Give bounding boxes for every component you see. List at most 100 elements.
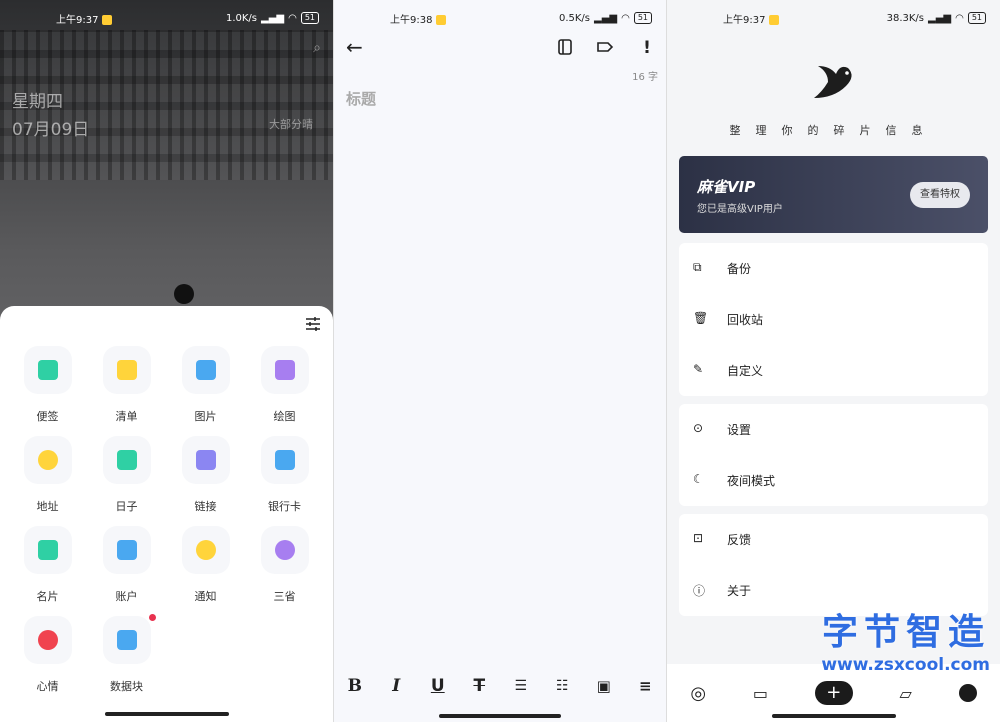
create-item-label: 便签	[36, 410, 59, 423]
create-item[interactable]: 链接	[166, 436, 245, 514]
notification-icon	[102, 14, 113, 25]
create-item[interactable]: 通知	[166, 526, 245, 604]
create-item-label: 名片	[36, 590, 59, 603]
cards-icon[interactable]: ▭	[753, 684, 768, 703]
bold-icon[interactable]: B	[341, 676, 369, 696]
menu-item[interactable]: 🗑 回收站	[679, 294, 988, 345]
menu-item[interactable]: ☾ 夜间模式	[679, 455, 988, 506]
compass-icon[interactable]: ◎	[690, 683, 706, 704]
create-item-icon-box	[102, 346, 151, 394]
location-icon	[37, 450, 58, 470]
signal-icon: ▂▄▆	[928, 12, 952, 24]
home-screen-panel: 上午9:37 1.0K/s ▂▄▆ ◠ 51 ⌕ 星期四 07月09日 大部分晴 便签…	[0, 0, 333, 722]
notification-icon	[769, 14, 780, 25]
vip-card: 麻雀VIP 您已是高级VIP用户 查看特权	[679, 156, 988, 233]
create-item-label: 图片	[194, 410, 217, 423]
create-item-icon-box	[23, 436, 72, 484]
add-button[interactable]: +	[814, 681, 853, 705]
wifi-icon: ◠	[288, 12, 297, 24]
battery-icon: 51	[967, 12, 986, 24]
create-item-icon-box	[260, 346, 309, 394]
create-item[interactable]: 地址	[8, 436, 87, 514]
title-input[interactable]: 标题	[346, 88, 376, 109]
create-item-label: 银行卡	[268, 500, 301, 513]
menu-item-label: 反馈	[727, 533, 752, 547]
ordered-list-icon[interactable]: ☰	[507, 678, 535, 694]
menu-item-label: 设置	[727, 423, 752, 437]
menu-item-label: 备份	[727, 262, 752, 276]
new-badge	[149, 614, 156, 621]
create-item-icon-box	[23, 346, 72, 394]
format-bar: B I U T ☰ ☷ ▣ ≡	[334, 666, 666, 706]
create-item-icon-box	[260, 526, 309, 574]
create-item-label: 日子	[115, 500, 138, 513]
create-item[interactable]: 心情	[8, 616, 87, 694]
insert-image-icon[interactable]: ▣	[590, 677, 618, 695]
char-count: 16 字	[632, 72, 658, 83]
create-item[interactable]: 绘图	[245, 346, 324, 424]
view-privileges-button[interactable]: 查看特权	[910, 182, 970, 208]
backup-icon: ⧉	[693, 259, 702, 274]
create-item[interactable]: 账户	[87, 526, 166, 604]
home-indicator	[771, 714, 896, 718]
bank-card-icon	[274, 450, 295, 470]
align-icon[interactable]: ≡	[631, 677, 659, 695]
create-item-label: 地址	[36, 500, 59, 513]
create-item-icon-box	[181, 436, 230, 484]
slogan: 整理你的碎片信息	[729, 124, 938, 137]
create-item[interactable]: 日子	[87, 436, 166, 514]
vip-title: 麻雀VIP	[697, 178, 756, 196]
menu-group-3: ⊡ 反馈 ⓘ 关于	[679, 514, 988, 616]
create-item[interactable]: 清单	[87, 346, 166, 424]
create-item[interactable]: 便签	[8, 346, 87, 424]
underline-icon[interactable]: U	[424, 676, 452, 696]
create-item[interactable]: 数据块	[87, 614, 166, 694]
tune-icon[interactable]	[305, 316, 321, 332]
inbox-icon: ⊡	[693, 530, 704, 545]
create-item[interactable]: 三省	[245, 526, 324, 604]
date-block: 星期四 07月09日	[12, 88, 89, 144]
editor-toolbar: ← !	[334, 36, 666, 60]
create-item-icon-box	[260, 436, 309, 484]
book-icon[interactable]	[556, 38, 574, 56]
signal-icon: ▂▄▆	[594, 12, 618, 24]
create-item-icon-box	[102, 526, 151, 574]
date-text: 07月09日	[12, 120, 90, 140]
create-item[interactable]: 图片	[166, 346, 245, 424]
italic-icon[interactable]: I	[382, 676, 410, 696]
menu-item-label: 夜间模式	[727, 474, 776, 488]
tag-icon[interactable]	[596, 38, 614, 56]
menu-item[interactable]: ✎ 自定义	[679, 345, 988, 396]
create-item-icon-box	[102, 616, 151, 664]
sparrow-profile-icon[interactable]	[958, 684, 977, 702]
strikethrough-icon[interactable]: T	[465, 676, 493, 696]
watermark: 字节智造 www.zsxcool.com	[821, 603, 990, 675]
back-arrow-icon[interactable]: ←	[346, 36, 363, 58]
status-time: 上午9:38	[390, 14, 433, 26]
create-item-icon-box	[23, 526, 72, 574]
menu-item[interactable]: ⧉ 备份	[679, 243, 988, 294]
question-icon	[274, 540, 295, 560]
create-item[interactable]: 银行卡	[245, 436, 324, 514]
status-time: 上午9:37	[56, 14, 99, 26]
create-item-label: 账户	[115, 590, 138, 603]
heart-icon	[37, 630, 58, 650]
menu-item-label: 回收站	[727, 313, 764, 327]
network-speed: 38.3K/s	[886, 12, 924, 24]
bullet-list-icon[interactable]: ☷	[548, 678, 576, 694]
pencil-icon	[274, 360, 295, 380]
account-icon	[116, 540, 137, 560]
vip-subtitle: 您已是高级VIP用户	[697, 204, 783, 215]
search-icon[interactable]: ⌕	[313, 40, 321, 56]
folder-icon[interactable]: ▱	[900, 684, 912, 703]
more-icon[interactable]: !	[638, 38, 656, 58]
link-icon	[195, 450, 216, 470]
watermark-title: 字节智造	[821, 612, 990, 653]
status-time: 上午9:37	[723, 14, 766, 26]
checklist-icon	[116, 360, 137, 380]
create-item[interactable]: 名片	[8, 526, 87, 604]
menu-item[interactable]: ⊡ 反馈	[679, 514, 988, 565]
create-item-label: 心情	[36, 680, 59, 693]
create-item-icon-box	[102, 436, 151, 484]
menu-item[interactable]: ⊙ 设置	[679, 404, 988, 455]
